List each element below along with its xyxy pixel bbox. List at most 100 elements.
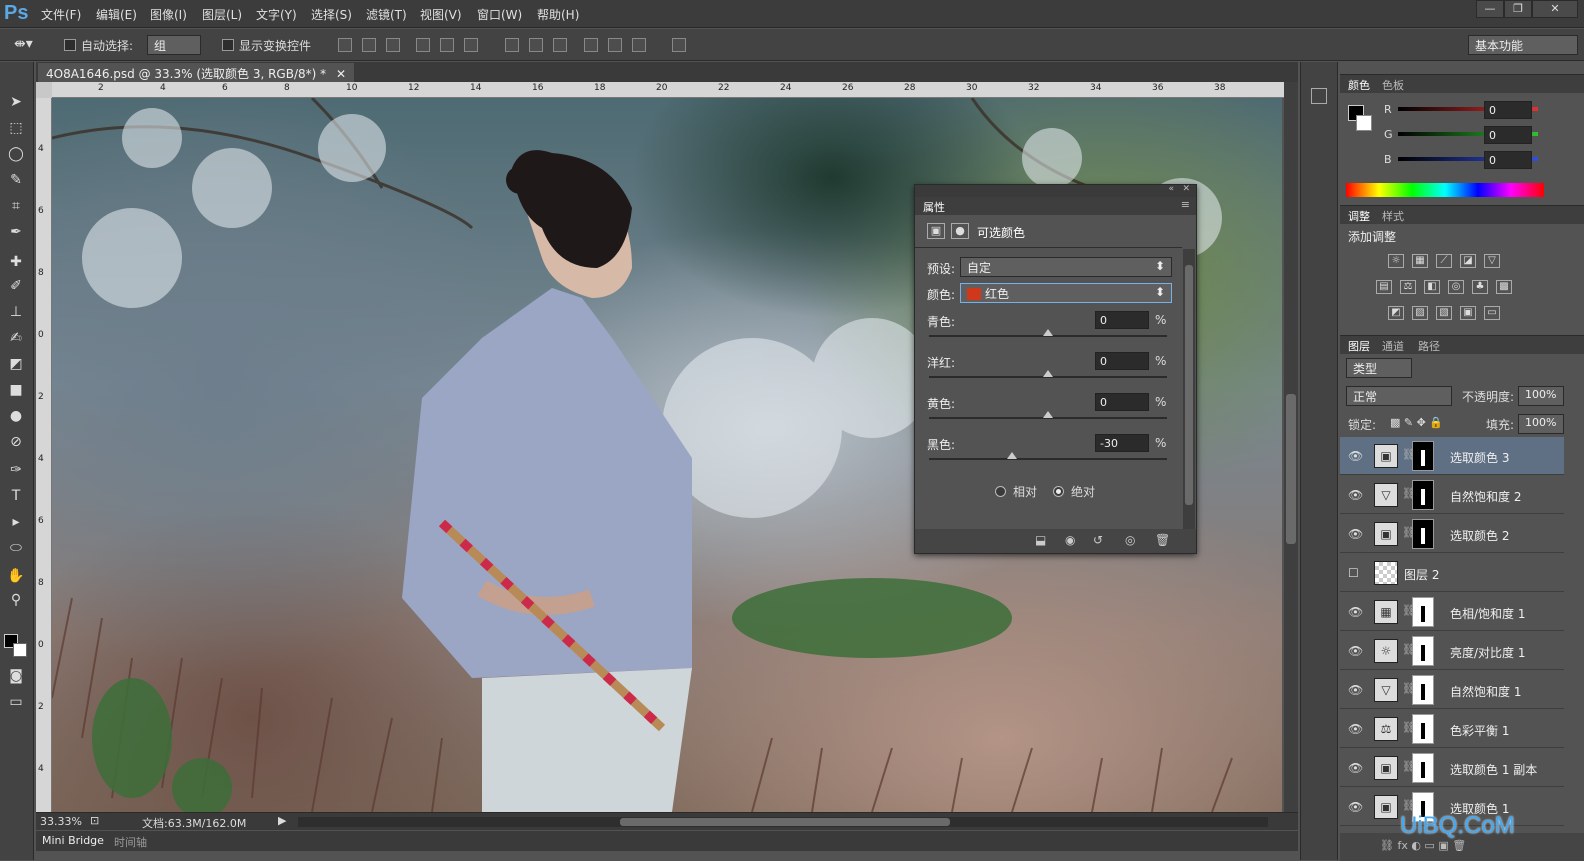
brush-tool-icon[interactable]: ✐ xyxy=(5,276,27,296)
screen-mode-icon[interactable]: ▭ xyxy=(5,692,27,712)
type-tool-icon[interactable]: T xyxy=(5,486,27,506)
mask-icon[interactable]: ● xyxy=(951,223,969,239)
scroll-thumb[interactable] xyxy=(1286,394,1296,544)
tab-properties[interactable]: 属性 xyxy=(923,199,945,215)
threshold-adj-icon[interactable]: ▧ xyxy=(1436,306,1452,320)
align-bottom-icon[interactable] xyxy=(386,38,400,52)
relative-radio[interactable] xyxy=(995,486,1006,497)
menu-file[interactable]: 文件(F) xyxy=(41,6,81,23)
menu-edit[interactable]: 编辑(E) xyxy=(96,6,137,23)
move-tool-icon[interactable]: ⇼▾ xyxy=(14,36,33,52)
channel-value-input[interactable]: 0 xyxy=(1484,126,1532,144)
vibrance-adj-icon[interactable]: ▽ xyxy=(1484,254,1500,268)
reset-icon[interactable]: ↺ xyxy=(1093,533,1103,547)
auto-align-icon[interactable] xyxy=(672,38,686,52)
absolute-radio[interactable] xyxy=(1053,486,1064,497)
show-transform-checkbox[interactable] xyxy=(222,39,234,51)
shape-tool-icon[interactable]: ⬭ xyxy=(5,538,27,558)
color-spectrum-bar[interactable] xyxy=(1346,183,1544,197)
marquee-tool-icon[interactable]: ⬚ xyxy=(5,118,27,138)
curves-adj-icon[interactable]: ⟋ xyxy=(1436,254,1452,268)
pen-tool-icon[interactable]: ✑ xyxy=(5,460,27,480)
blur-tool-icon[interactable]: ● xyxy=(5,406,27,426)
auto-select-dropdown[interactable]: 组 xyxy=(147,35,201,55)
tab-paths[interactable]: 路径 xyxy=(1418,338,1440,354)
channel-mixer-adj-icon[interactable]: ♣ xyxy=(1472,280,1488,294)
photo-filter-adj-icon[interactable]: ◎ xyxy=(1448,280,1464,294)
distribute-bottom-icon[interactable] xyxy=(553,38,567,52)
slider-thumb[interactable] xyxy=(1043,370,1053,377)
collapse-icon[interactable]: « xyxy=(1168,184,1174,194)
distribute-vcenter-icon[interactable] xyxy=(529,38,543,52)
layer-mask-thumbnail[interactable] xyxy=(1412,636,1434,666)
tab-styles[interactable]: 样式 xyxy=(1382,208,1404,224)
slider-track[interactable] xyxy=(929,458,1167,460)
menu-help[interactable]: 帮助(H) xyxy=(537,6,579,23)
menu-select[interactable]: 选择(S) xyxy=(311,6,352,23)
canvas-horizontal-scrollbar[interactable] xyxy=(298,817,1268,827)
visibility-eye-icon[interactable]: 👁 xyxy=(1348,527,1363,541)
align-top-icon[interactable] xyxy=(338,38,352,52)
gradient-map-adj-icon[interactable]: ▭ xyxy=(1484,306,1500,320)
color-dropdown[interactable]: 红色 ⬍ xyxy=(960,283,1172,303)
visibility-icon[interactable]: ◎ xyxy=(1125,533,1135,547)
layer-row[interactable]: ☐ 图层 2 xyxy=(1340,554,1564,592)
layer-mask-thumbnail[interactable] xyxy=(1412,753,1434,783)
hue-sat-adj-icon[interactable]: ▤ xyxy=(1376,280,1392,294)
restore-button[interactable]: ❐ xyxy=(1504,0,1532,18)
properties-scrollbar[interactable] xyxy=(1183,249,1195,531)
properties-titlebar[interactable]: « ✕ xyxy=(915,184,1196,197)
menu-image[interactable]: 图像(I) xyxy=(150,6,187,23)
visibility-eye-icon[interactable]: 👁 xyxy=(1348,449,1363,463)
posterize-adj-icon[interactable]: ▨ xyxy=(1412,306,1428,320)
workspace-dropdown[interactable]: 基本功能 xyxy=(1468,35,1578,55)
tab-layers[interactable]: 图层 xyxy=(1348,338,1370,354)
close-button[interactable]: ✕ xyxy=(1532,0,1578,18)
visibility-eye-icon[interactable]: 👁 xyxy=(1348,644,1363,658)
visibility-eye-icon[interactable]: 👁 xyxy=(1348,488,1363,502)
levels-adj-icon[interactable]: ▦ xyxy=(1412,254,1428,268)
distribute-top-icon[interactable] xyxy=(505,38,519,52)
black-white-adj-icon[interactable]: ◧ xyxy=(1424,280,1440,294)
canvas-vertical-scrollbar[interactable] xyxy=(1284,82,1298,812)
align-vcenter-icon[interactable] xyxy=(362,38,376,52)
lock-icons[interactable]: ▩ ✎ ✥ 🔒 xyxy=(1390,416,1443,429)
layer-row[interactable]: 👁 ▽ ⛓ 自然饱和度 2 xyxy=(1340,476,1564,514)
layer-row[interactable]: 👁 ▦ ⛓ 色相/饱和度 1 xyxy=(1340,593,1564,631)
dodge-tool-icon[interactable]: ⊘ xyxy=(5,432,27,452)
tab-swatches[interactable]: 色板 xyxy=(1382,77,1404,93)
opacity-input[interactable]: 100% xyxy=(1518,386,1564,406)
lasso-tool-icon[interactable]: ◯ xyxy=(5,144,27,164)
slider-value-input[interactable]: 0 xyxy=(1095,352,1149,370)
layer-mask-thumbnail[interactable] xyxy=(1412,519,1434,549)
menu-view[interactable]: 视图(V) xyxy=(420,6,462,23)
channel-value-input[interactable]: 0 xyxy=(1484,151,1532,169)
tab-color[interactable]: 颜色 xyxy=(1348,77,1370,93)
layer-row[interactable]: 👁 ☼ ⛓ 亮度/对比度 1 xyxy=(1340,632,1564,670)
distribute-hcenter-icon[interactable] xyxy=(608,38,622,52)
align-right-icon[interactable] xyxy=(464,38,478,52)
exposure-adj-icon[interactable]: ◪ xyxy=(1460,254,1476,268)
mini-bridge-tab[interactable]: Mini Bridge xyxy=(42,834,104,847)
panel-menu-icon[interactable]: ≡ xyxy=(1181,198,1190,211)
quick-mask-icon[interactable]: ◙ xyxy=(5,666,27,686)
background-color-swatch[interactable] xyxy=(13,643,27,657)
visibility-eye-icon[interactable]: 👁 xyxy=(1348,683,1363,697)
visibility-eye-icon[interactable]: 👁 xyxy=(1348,800,1363,814)
healing-tool-icon[interactable]: ✚ xyxy=(5,252,27,272)
close-panel-icon[interactable]: ✕ xyxy=(1182,184,1190,194)
layer-row[interactable]: 👁 ⚖ ⛓ 色彩平衡 1 xyxy=(1340,710,1564,748)
bg-color-swatch[interactable] xyxy=(1356,115,1372,131)
document-tab[interactable]: 4O8A1646.psd @ 33.3% (选取颜色 3, RGB/8*) * … xyxy=(38,63,355,82)
menu-filter[interactable]: 滤镜(T) xyxy=(366,6,407,23)
menu-window[interactable]: 窗口(W) xyxy=(477,6,522,23)
visibility-eye-icon[interactable]: ☐ xyxy=(1348,566,1359,580)
brightness-adj-icon[interactable]: ☼ xyxy=(1388,254,1404,268)
delete-icon[interactable]: 🗑 xyxy=(1155,533,1170,547)
align-hcenter-icon[interactable] xyxy=(440,38,454,52)
hscroll-thumb[interactable] xyxy=(620,818,950,826)
view-previous-icon[interactable]: ◉ xyxy=(1065,533,1075,547)
eyedropper-tool-icon[interactable]: ✒ xyxy=(5,222,27,242)
slider-value-input[interactable]: 0 xyxy=(1095,393,1149,411)
layer-mask-thumbnail[interactable] xyxy=(1412,714,1434,744)
